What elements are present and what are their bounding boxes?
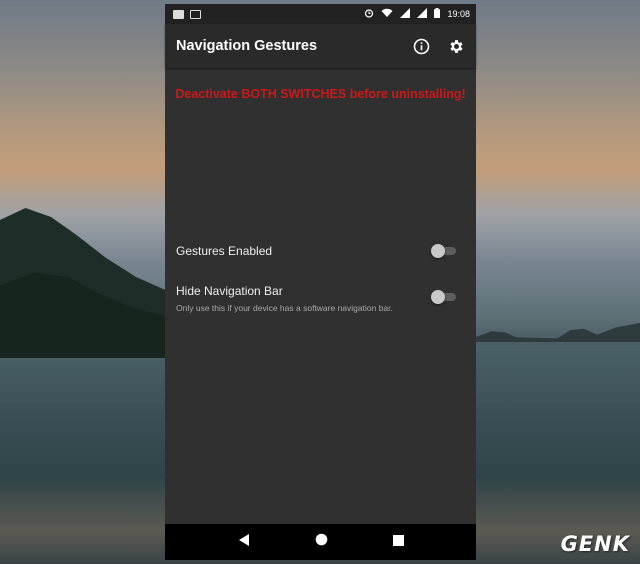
setting-hide-navigation-bar[interactable]: Hide Navigation Bar Only use this if you…: [176, 284, 466, 313]
signal-icon: [400, 8, 411, 20]
image-icon: [190, 9, 201, 19]
notification-box-icon: [173, 9, 184, 19]
phone-screen: 19:08 Navigation Gestures Deactivate BOT…: [165, 4, 476, 560]
wifi-icon: [381, 8, 393, 20]
app-title: Navigation Gestures: [176, 38, 318, 54]
switch-knob: [431, 290, 445, 304]
setting-title: Gestures Enabled: [176, 244, 273, 258]
app-bar: Navigation Gestures: [165, 24, 476, 68]
gear-icon[interactable]: [448, 38, 465, 55]
battery-icon: [434, 8, 441, 20]
status-bar: 19:08: [165, 4, 476, 24]
home-icon[interactable]: [315, 533, 328, 551]
setting-gestures-enabled[interactable]: Gestures Enabled: [176, 244, 466, 258]
back-icon[interactable]: [237, 533, 251, 552]
system-navigation-bar: [165, 524, 476, 560]
recents-icon[interactable]: [392, 533, 404, 551]
signal-icon: [417, 8, 428, 20]
alarm-icon: [364, 8, 374, 20]
status-time: 19:08: [447, 9, 470, 19]
hide-navigation-bar-switch[interactable]: [431, 290, 456, 304]
info-icon[interactable]: [413, 38, 430, 55]
switch-knob: [431, 244, 445, 258]
gestures-enabled-switch[interactable]: [431, 244, 456, 258]
site-watermark-logo: GENK: [560, 532, 630, 556]
uninstall-warning: Deactivate BOTH SWITCHES before uninstal…: [175, 87, 466, 101]
wallpaper-islands: [475, 322, 640, 342]
setting-title: Hide Navigation Bar: [176, 284, 283, 298]
setting-subtitle: Only use this if your device has a softw…: [176, 303, 393, 313]
